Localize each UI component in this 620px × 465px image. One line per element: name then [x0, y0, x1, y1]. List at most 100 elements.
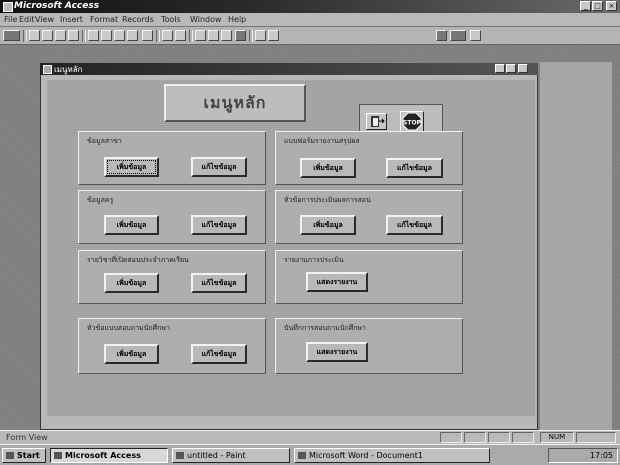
task-label: untitled - Paint: [187, 451, 246, 460]
format-painter-icon[interactable]: [127, 30, 138, 41]
paste-icon[interactable]: [114, 30, 125, 41]
form-icon[interactable]: [43, 65, 52, 74]
menu-file[interactable]: File: [4, 15, 17, 24]
student-survey-record-section: บันทึกการสอบถามนักศึกษา แสดงรายงาน: [275, 318, 463, 374]
filter-by-form-icon[interactable]: [208, 30, 219, 41]
menu-help[interactable]: Help: [228, 15, 246, 24]
num-lock-indicator: NUM: [540, 432, 574, 443]
toolbar: [0, 27, 620, 45]
summary-edit-button[interactable]: แก้ไขข้อมูล: [386, 158, 443, 178]
exit-door-icon: [371, 116, 385, 127]
semester-courses-section: รายวิชาที่เปิดสอนประจำภาคเรียน เพิ่มข้อม…: [78, 250, 266, 304]
branch-add-button[interactable]: เพิ่มข้อมูล: [104, 157, 159, 177]
form-title: เมนูหลัก: [54, 65, 83, 74]
section-label: บันทึกการสอบถามนักศึกษา: [284, 324, 366, 332]
section-label: ข้อมูลครู: [87, 196, 114, 204]
undo-icon[interactable]: [142, 30, 153, 41]
teacher-data-section: ข้อมูลครู เพิ่มข้อมูล แก้ไขข้อมูล: [78, 190, 266, 244]
app-title-bar: Microsoft Access _ □ ×: [0, 0, 620, 13]
database-window-icon[interactable]: [436, 30, 447, 41]
clock: 17:05: [589, 451, 613, 460]
minimize-button[interactable]: _: [580, 1, 591, 11]
toolbar-separator: [189, 30, 193, 42]
toolbar-separator: [249, 30, 253, 42]
start-button[interactable]: Start: [2, 448, 46, 463]
menu-insert[interactable]: Insert: [60, 15, 83, 24]
copy-icon[interactable]: [101, 30, 112, 41]
survey-report-show-button[interactable]: แสดงรายงาน: [306, 342, 368, 362]
teacher-add-button[interactable]: เพิ่มข้อมูล: [104, 215, 159, 235]
student-questionnaire-topics-section: หัวข้อแบบสอบถามนักศึกษา เพิ่มข้อมูล แก้ไ…: [78, 318, 266, 374]
evaluation-report-show-button[interactable]: แสดงรายงาน: [306, 272, 368, 292]
print-icon[interactable]: [42, 30, 53, 41]
form-maximize-button[interactable]: [506, 64, 516, 73]
print-preview-icon[interactable]: [55, 30, 66, 41]
toolbar-separator: [82, 30, 86, 42]
menu-format[interactable]: Format: [90, 15, 118, 24]
stop-sign-icon: STOP: [402, 112, 422, 131]
menu-window[interactable]: Window: [190, 15, 222, 24]
evaluation-topics-section: หัวข้อการประเมินผลการสอน เพิ่มข้อมูล แก้…: [275, 190, 463, 244]
word-icon: [298, 452, 306, 459]
exit-door-button[interactable]: [366, 113, 387, 130]
menu-edit[interactable]: Edit: [19, 15, 35, 24]
close-button[interactable]: ×: [606, 1, 617, 11]
section-label: แบบฟอร์มรายงานสรุปผล: [284, 137, 360, 145]
view-icon[interactable]: [3, 30, 20, 41]
save-icon[interactable]: [29, 30, 40, 41]
section-label: หัวข้อแบบสอบถามนักศึกษา: [87, 324, 170, 332]
side-panel: [540, 62, 612, 430]
status-cell: [440, 432, 462, 443]
form-close-button[interactable]: [518, 64, 528, 73]
sort-descending-icon[interactable]: [175, 30, 186, 41]
app-title: Microsoft Access: [14, 1, 100, 11]
system-tray: 17:05: [548, 448, 618, 463]
form-title-bar: เมนูหลัก: [40, 63, 538, 75]
taskbar-paint[interactable]: untitled - Paint: [172, 448, 290, 463]
new-record-icon[interactable]: [255, 30, 266, 41]
menu-records[interactable]: Records: [122, 15, 154, 24]
menu-bar: File Edit View Insert Format Records Too…: [0, 13, 620, 27]
form-minimize-button[interactable]: [495, 64, 505, 73]
access-app-icon[interactable]: [3, 2, 13, 12]
section-label: ข้อมูลสาขา: [87, 137, 122, 145]
teacher-edit-button[interactable]: แก้ไขข้อมูล: [191, 215, 247, 235]
stop-button[interactable]: STOP: [400, 111, 424, 132]
courses-add-button[interactable]: เพิ่มข้อมูล: [104, 273, 159, 293]
apply-filter-icon[interactable]: [221, 30, 232, 41]
summary-add-button[interactable]: เพิ่มข้อมูล: [300, 158, 356, 178]
toolbar-separator: [23, 30, 27, 42]
branch-edit-button[interactable]: แก้ไขข้อมูล: [191, 157, 247, 177]
cut-icon[interactable]: [88, 30, 99, 41]
stop-label: STOP: [403, 120, 422, 127]
menu-view[interactable]: View: [35, 15, 54, 24]
maximize-button[interactable]: □: [592, 1, 603, 11]
task-label: Microsoft Word - Document1: [309, 451, 424, 460]
help-icon[interactable]: [470, 30, 481, 41]
find-icon[interactable]: [235, 30, 246, 41]
status-bar: Form View NUM: [0, 430, 620, 444]
windows-logo-icon: [6, 452, 14, 459]
sort-ascending-icon[interactable]: [162, 30, 173, 41]
start-label: Start: [17, 451, 40, 460]
new-object-icon[interactable]: [450, 30, 466, 41]
evaluation-topics-edit-button[interactable]: แก้ไขข้อมูล: [386, 215, 443, 235]
spelling-icon[interactable]: [68, 30, 79, 41]
questionnaire-add-button[interactable]: เพิ่มข้อมูล: [104, 344, 159, 364]
taskbar-word[interactable]: Microsoft Word - Document1: [294, 448, 490, 463]
paint-icon: [176, 452, 184, 459]
evaluation-report-section: รายงานการประเมิน แสดงรายงาน: [275, 250, 463, 304]
branch-data-section: ข้อมูลสาขา เพิ่มข้อมูล แก้ไขข้อมูล: [78, 131, 266, 185]
questionnaire-edit-button[interactable]: แก้ไขข้อมูล: [191, 344, 247, 364]
courses-edit-button[interactable]: แก้ไขข้อมูล: [191, 273, 247, 293]
evaluation-topics-add-button[interactable]: เพิ่มข้อมูล: [300, 215, 356, 235]
status-cell: [464, 432, 486, 443]
section-label: รายงานการประเมิน: [284, 256, 344, 264]
status-cell: [576, 432, 616, 443]
status-text: Form View: [6, 433, 48, 442]
delete-record-icon[interactable]: [268, 30, 279, 41]
taskbar-access[interactable]: Microsoft Access: [50, 448, 168, 463]
filter-by-selection-icon[interactable]: [195, 30, 206, 41]
status-cell: [512, 432, 534, 443]
menu-tools[interactable]: Tools: [161, 15, 181, 24]
